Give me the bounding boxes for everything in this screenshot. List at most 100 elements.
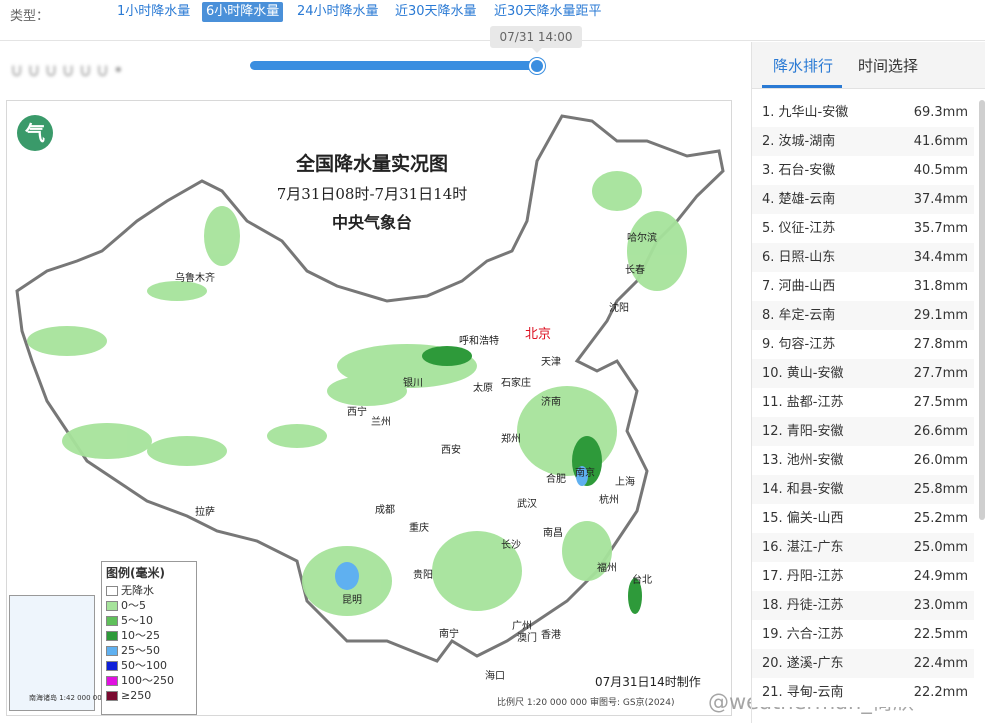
ranking-row[interactable]: 12. 青阳-安徽 26.6mm bbox=[752, 417, 974, 446]
type-option-30d[interactable]: 近30天降水量 bbox=[391, 2, 481, 22]
station-name: 18. 丹徒-江苏 bbox=[762, 598, 844, 613]
list-scrollbar[interactable] bbox=[979, 100, 985, 520]
city-label: 长春 bbox=[625, 265, 645, 276]
ranking-row[interactable]: 16. 湛江-广东 25.0mm bbox=[752, 533, 974, 562]
legend-swatch bbox=[106, 660, 118, 671]
city-label: 海口 bbox=[485, 671, 505, 682]
city-label: 呼和浩特 bbox=[459, 336, 499, 347]
city-label: 南京 bbox=[575, 468, 595, 479]
ranking-row[interactable]: 21. 寻甸-云南 22.2mm bbox=[752, 678, 974, 707]
type-label: 类型： bbox=[10, 9, 50, 24]
legend-item: ≥250 bbox=[102, 688, 196, 703]
ranking-panel: 降水排行 时间选择 1. 九华山-安徽 69.3mm 2. 汝城-湖南 41.6mm 3… bbox=[751, 42, 985, 723]
time-slider-track[interactable] bbox=[250, 61, 538, 70]
city-label: 太原 bbox=[473, 383, 493, 394]
station-name: 15. 偏关-山西 bbox=[762, 511, 844, 526]
station-name: 14. 和县-安徽 bbox=[762, 482, 844, 497]
type-option-30d-anomaly[interactable]: 近30天降水量距平 bbox=[490, 2, 606, 22]
city-label: 天津 bbox=[541, 357, 561, 368]
ranking-row[interactable]: 6. 日照-山东 34.4mm bbox=[752, 243, 974, 272]
type-option-24h[interactable]: 24小时降水量 bbox=[293, 2, 383, 22]
blurred-date-label: ∪∪∪∪∪∪• bbox=[10, 60, 128, 81]
rainfall-value: 23.0mm bbox=[913, 598, 968, 613]
ranking-row[interactable]: 19. 六合-江苏 22.5mm bbox=[752, 620, 974, 649]
station-name: 1. 九华山-安徽 bbox=[762, 105, 849, 120]
time-slider-handle[interactable] bbox=[529, 58, 545, 74]
city-label: 重庆 bbox=[409, 523, 429, 534]
ranking-row[interactable]: 18. 丹徒-江苏 23.0mm bbox=[752, 591, 974, 620]
rainfall-value: 25.0mm bbox=[913, 540, 968, 555]
ranking-row[interactable]: 2. 汝城-湖南 41.6mm bbox=[752, 127, 974, 156]
ranking-row[interactable]: 3. 石台-安徽 40.5mm bbox=[752, 156, 974, 185]
ranking-list: 1. 九华山-安徽 69.3mm 2. 汝城-湖南 41.6mm 3. 石台-安徽 40.… bbox=[752, 98, 974, 707]
legend-item: 10～25 bbox=[102, 628, 196, 643]
station-name: 20. 遂溪-广东 bbox=[762, 656, 844, 671]
station-name: 2. 汝城-湖南 bbox=[762, 134, 836, 149]
legend-swatch bbox=[106, 630, 118, 641]
type-bar: 类型： 1小时降水量 6小时降水量 24小时降水量 近30天降水量 近30天降水… bbox=[0, 0, 985, 28]
station-name: 12. 青阳-安徽 bbox=[762, 424, 844, 439]
city-label: 杭州 bbox=[599, 495, 619, 506]
ranking-row[interactable]: 9. 句容-江苏 27.8mm bbox=[752, 330, 974, 359]
rainfall-value: 29.1mm bbox=[913, 308, 968, 323]
rainfall-value: 26.0mm bbox=[913, 453, 968, 468]
map-organization: 中央气象台 bbox=[331, 213, 412, 232]
city-label: 武汉 bbox=[517, 499, 537, 510]
type-option-6h[interactable]: 6小时降水量 bbox=[202, 2, 284, 22]
ranking-row[interactable]: 1. 九华山-安徽 69.3mm bbox=[752, 98, 974, 127]
ranking-row[interactable]: 7. 河曲-山西 31.8mm bbox=[752, 272, 974, 301]
legend-swatch bbox=[106, 675, 118, 686]
city-label: 南昌 bbox=[543, 528, 563, 539]
station-name: 21. 寻甸-云南 bbox=[762, 685, 844, 700]
legend-swatch bbox=[106, 585, 118, 596]
legend-title: 图例(毫米) bbox=[106, 566, 165, 580]
ranking-row[interactable]: 4. 楚雄-云南 37.4mm bbox=[752, 185, 974, 214]
ranking-row[interactable]: 8. 牟定-云南 29.1mm bbox=[752, 301, 974, 330]
station-name: 17. 丹阳-江苏 bbox=[762, 569, 844, 584]
map-title: 全国降水量实况图 bbox=[295, 153, 448, 175]
ranking-row[interactable]: 10. 黄山-安徽 27.7mm bbox=[752, 359, 974, 388]
precipitation-map: 气 全国降水量实况图 7月31日08时-7月31日14时 中央气象台 北京 乌鲁… bbox=[6, 100, 732, 716]
rainfall-value: 22.5mm bbox=[913, 627, 968, 642]
city-label: 长沙 bbox=[501, 540, 521, 551]
ranking-row[interactable]: 5. 仪征-江苏 35.7mm bbox=[752, 214, 974, 243]
legend-item: 100～250 bbox=[102, 673, 196, 688]
ranking-row[interactable]: 11. 盐都-江苏 27.5mm bbox=[752, 388, 974, 417]
legend-swatch bbox=[106, 600, 118, 611]
city-label: 兰州 bbox=[371, 417, 391, 428]
tab-ranking[interactable]: 降水排行 bbox=[773, 55, 833, 76]
ranking-row[interactable]: 20. 遂溪-广东 22.4mm bbox=[752, 649, 974, 678]
legend-item: 0～5 bbox=[102, 598, 196, 613]
station-name: 19. 六合-江苏 bbox=[762, 627, 844, 642]
type-option-1h[interactable]: 1小时降水量 bbox=[113, 2, 194, 22]
ranking-row[interactable]: 17. 丹阳-江苏 24.9mm bbox=[752, 562, 974, 591]
station-name: 10. 黄山-安徽 bbox=[762, 366, 844, 381]
city-label: 南宁 bbox=[439, 629, 459, 640]
tab-time-select[interactable]: 时间选择 bbox=[858, 55, 918, 76]
rainfall-value: 27.7mm bbox=[913, 366, 968, 381]
city-capital: 北京 bbox=[525, 327, 552, 342]
city-label: 乌鲁木齐 bbox=[175, 273, 215, 284]
inset-note: 南海诸岛 1:42 000 000 bbox=[29, 694, 107, 702]
rainfall-value: 22.4mm bbox=[913, 656, 968, 671]
ranking-row[interactable]: 13. 池州-安徽 26.0mm bbox=[752, 446, 974, 475]
city-label: 台北 bbox=[632, 575, 652, 586]
city-label: 石家庄 bbox=[501, 378, 531, 389]
city-label: 澳门 bbox=[517, 633, 537, 644]
rainfall-value: 26.6mm bbox=[913, 424, 968, 439]
rainfall-value: 34.4mm bbox=[913, 250, 968, 265]
rainfall-value: 22.2mm bbox=[913, 685, 968, 700]
legend-item: 5～10 bbox=[102, 613, 196, 628]
city-label: 香港 bbox=[541, 630, 561, 641]
station-name: 6. 日照-山东 bbox=[762, 250, 836, 265]
panel-tabs: 降水排行 时间选择 bbox=[752, 42, 985, 89]
ranking-row[interactable]: 14. 和县-安徽 25.8mm bbox=[752, 475, 974, 504]
rainfall-value: 35.7mm bbox=[913, 221, 968, 236]
station-name: 5. 仪征-江苏 bbox=[762, 221, 836, 236]
slider-tooltip: 07/31 14:00 bbox=[490, 26, 582, 53]
station-name: 3. 石台-安徽 bbox=[762, 163, 836, 178]
active-tab-indicator bbox=[762, 85, 842, 88]
rainfall-value: 31.8mm bbox=[913, 279, 968, 294]
city-label: 银川 bbox=[403, 378, 423, 389]
ranking-row[interactable]: 15. 偏关-山西 25.2mm bbox=[752, 504, 974, 533]
